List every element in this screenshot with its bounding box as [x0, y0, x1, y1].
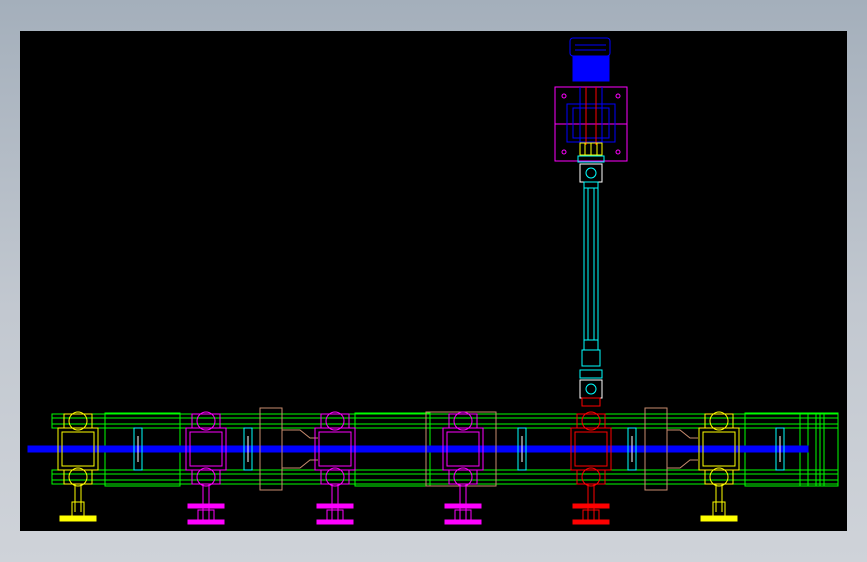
roller-unit-4 [442, 411, 484, 525]
drawing-canvas[interactable] [20, 31, 847, 531]
roller-unit-1 [57, 411, 99, 522]
roller-unit-5-driven [570, 411, 612, 525]
main-shaft [27, 445, 809, 453]
roller-unit-6 [698, 411, 740, 522]
cad-viewer-window [0, 0, 867, 562]
conveyor-drawing [27, 37, 839, 525]
roller-unit-2 [185, 411, 227, 525]
roller-unit-3 [314, 411, 356, 525]
gearbox-icon [554, 86, 628, 162]
drive-motor-icon [569, 37, 611, 82]
drive-shaft-icon [577, 155, 605, 407]
